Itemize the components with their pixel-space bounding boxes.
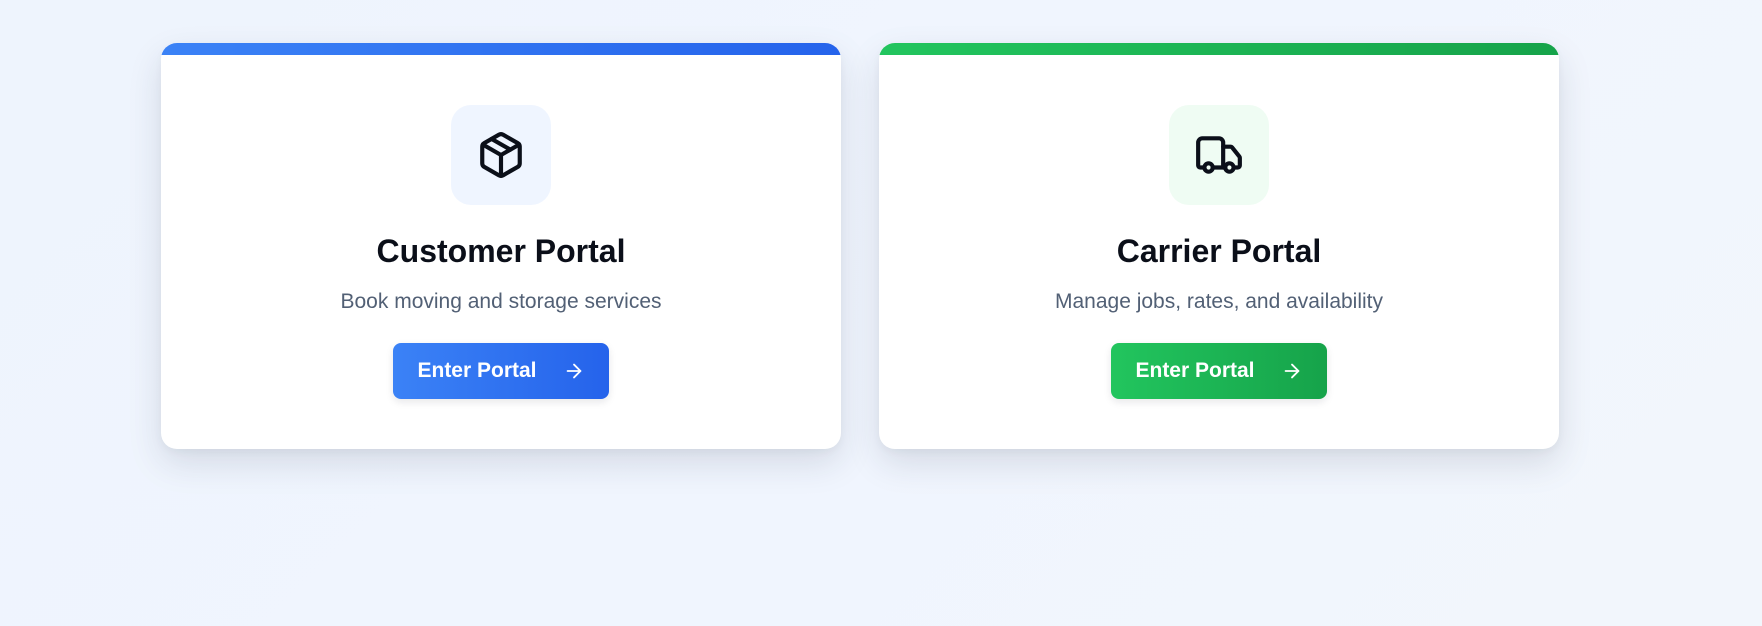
card-accent-bar <box>879 43 1559 55</box>
card-icon-tile <box>451 105 551 205</box>
button-label: Enter Portal <box>417 359 537 382</box>
card-description: Manage jobs, rates, and availability <box>1054 290 1384 313</box>
card-title: Carrier Portal <box>1116 233 1322 269</box>
truck-icon <box>1196 136 1242 174</box>
enter-customer-portal-button[interactable]: Enter Portal <box>393 343 609 399</box>
card-icon-tile <box>1169 105 1269 205</box>
card-description: Book moving and storage services <box>340 290 662 313</box>
card-title: Customer Portal <box>376 233 626 269</box>
card-accent-bar <box>161 43 841 55</box>
carrier-portal-card: Carrier Portal Manage jobs, rates, and a… <box>879 43 1559 449</box>
enter-carrier-portal-button[interactable]: Enter Portal <box>1111 343 1327 399</box>
arrow-right-icon <box>566 363 581 379</box>
arrow-right-icon <box>1284 363 1299 379</box>
customer-portal-card: Customer Portal Book moving and storage … <box>161 43 841 449</box>
package-icon <box>480 132 522 178</box>
button-label: Enter Portal <box>1135 359 1255 382</box>
